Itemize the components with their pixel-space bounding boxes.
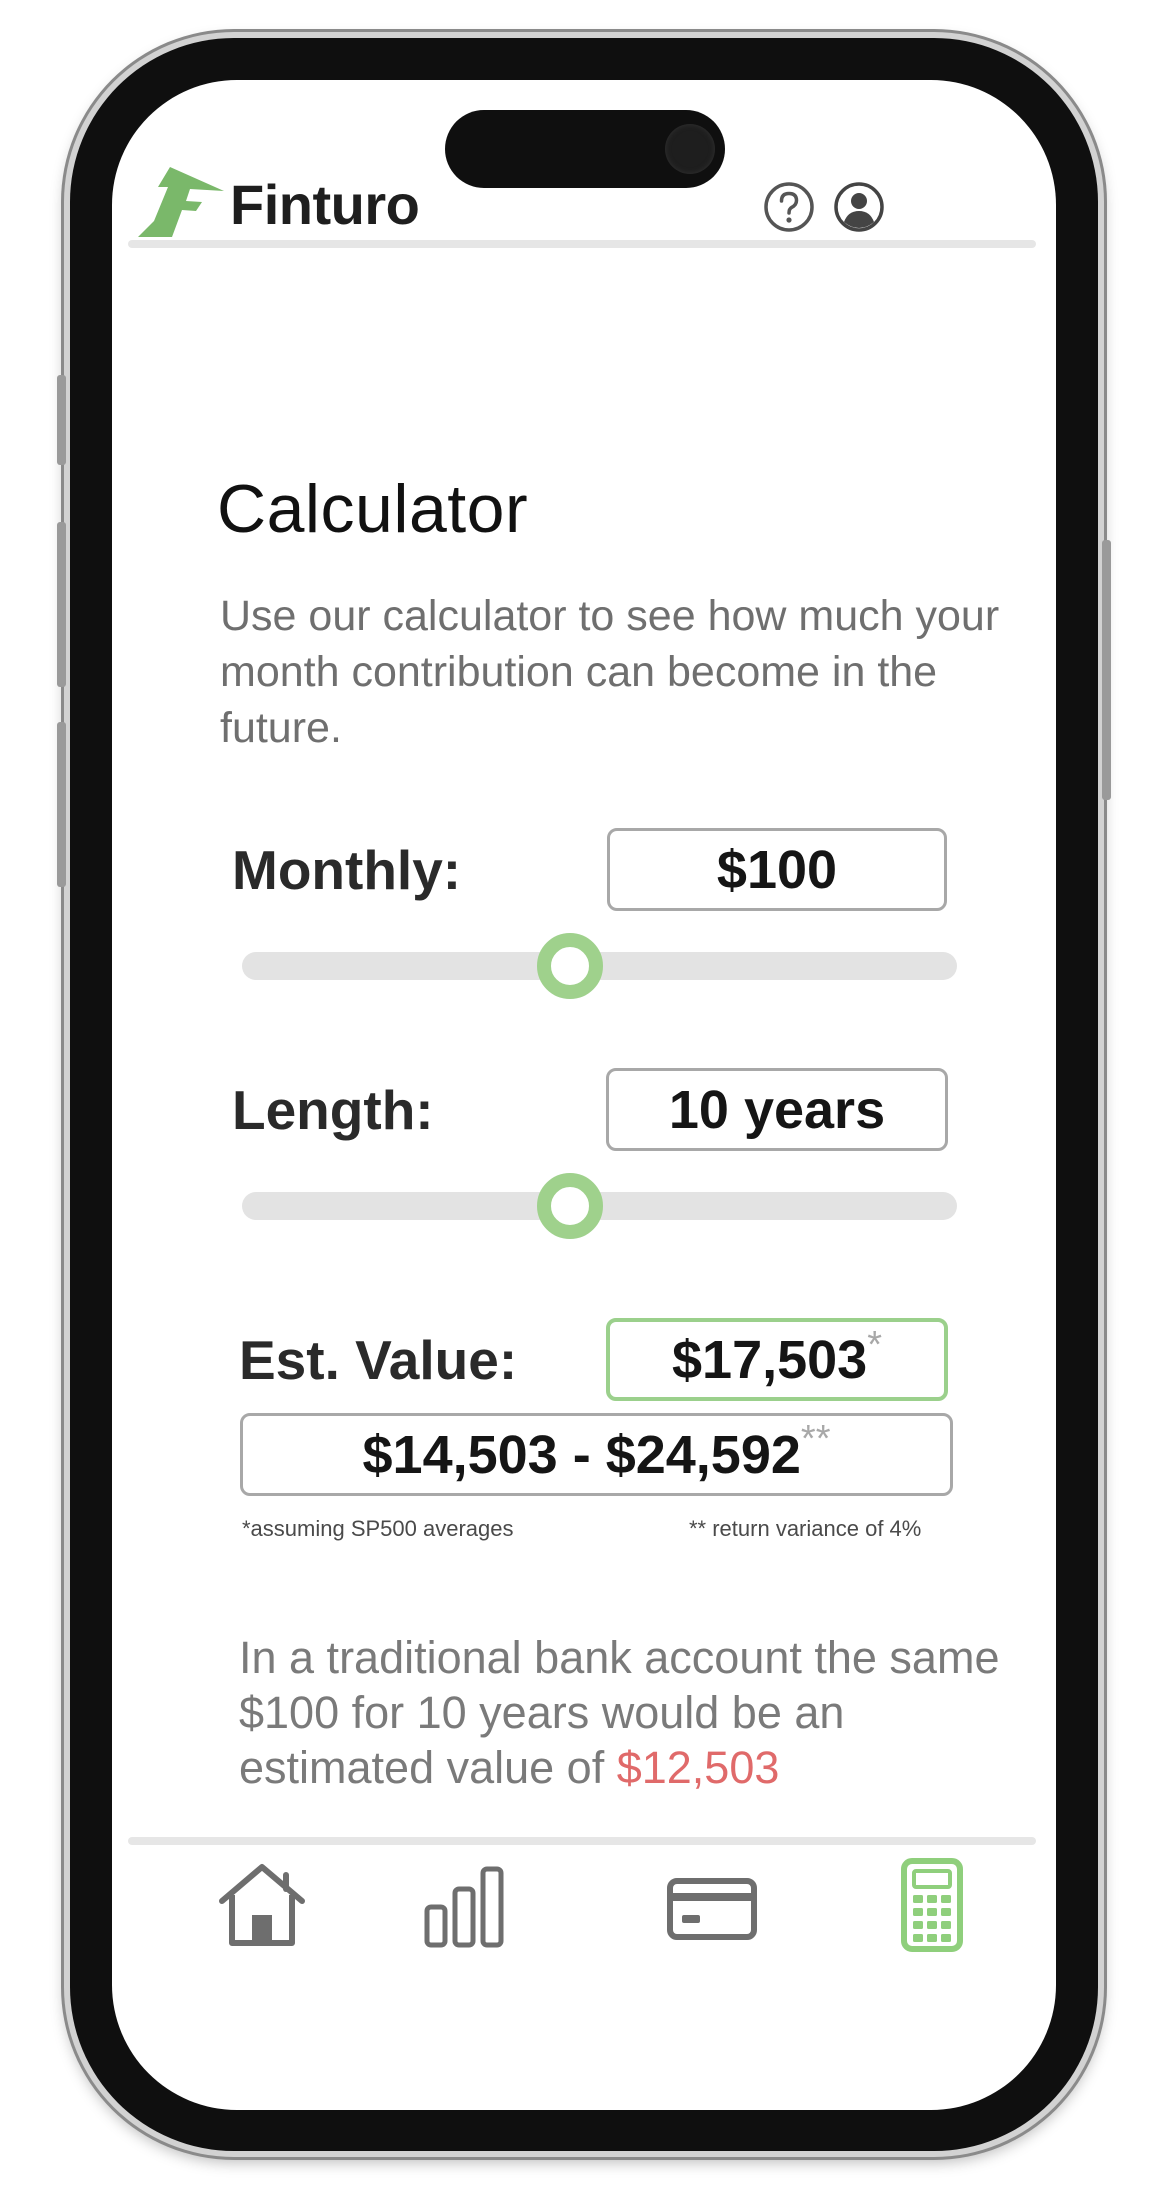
estimate-value-marker: * [867, 1324, 882, 1366]
comparison-text: In a traditional bank account the same $… [239, 1630, 1029, 1795]
phone-screen: Finturo Calculator Use our calculator to… [112, 80, 1056, 2110]
finturo-logo-icon [138, 167, 224, 237]
length-value-field[interactable]: 10 years [606, 1068, 948, 1151]
footnote-variance: ** return variance of 4% [689, 1516, 922, 1541]
estimate-range-field: $14,503 - $24,592 ** [240, 1413, 953, 1496]
length-slider-thumb[interactable] [536, 1173, 603, 1239]
estimate-range-marker: ** [800, 1418, 831, 1460]
calculator-icon [901, 1858, 963, 1952]
intro-description: Use our calculator to see how much your … [220, 592, 1000, 752]
dynamic-island [445, 110, 725, 188]
monthly-label: Monthly: [232, 839, 462, 901]
brand-name: Finturo [230, 173, 420, 236]
nav-stats[interactable] [417, 1855, 517, 1955]
nav-card[interactable] [662, 1855, 762, 1955]
card-icon [667, 1878, 757, 1940]
page-title: Calculator [217, 471, 529, 547]
camera-icon [665, 124, 715, 174]
estimate-value: $17,503 [672, 1329, 868, 1390]
estimate-label: Est. Value: [239, 1329, 518, 1391]
length-label: Length: [232, 1079, 434, 1141]
comparison-value: $12,503 [616, 1742, 780, 1793]
estimate-range: $14,503 - $24,592 [362, 1424, 801, 1485]
mute-switch [57, 375, 66, 465]
nav-divider [128, 1837, 1036, 1845]
volume-down-button [57, 722, 66, 887]
help-icon[interactable] [762, 180, 816, 234]
footnote-sp500: *assuming SP500 averages [242, 1516, 514, 1541]
monthly-slider-thumb[interactable] [536, 933, 603, 999]
header-divider [128, 240, 1036, 248]
estimate-value-field: $17,503 * [606, 1318, 948, 1401]
bar-chart-icon [424, 1866, 504, 1948]
monthly-value-field[interactable]: $100 [607, 828, 947, 911]
volume-up-button [57, 522, 66, 687]
nav-home[interactable] [212, 1855, 312, 1955]
account-icon[interactable] [832, 180, 886, 234]
nav-calculator[interactable] [882, 1855, 982, 1955]
home-icon [219, 1864, 305, 1946]
power-button [1102, 540, 1111, 800]
